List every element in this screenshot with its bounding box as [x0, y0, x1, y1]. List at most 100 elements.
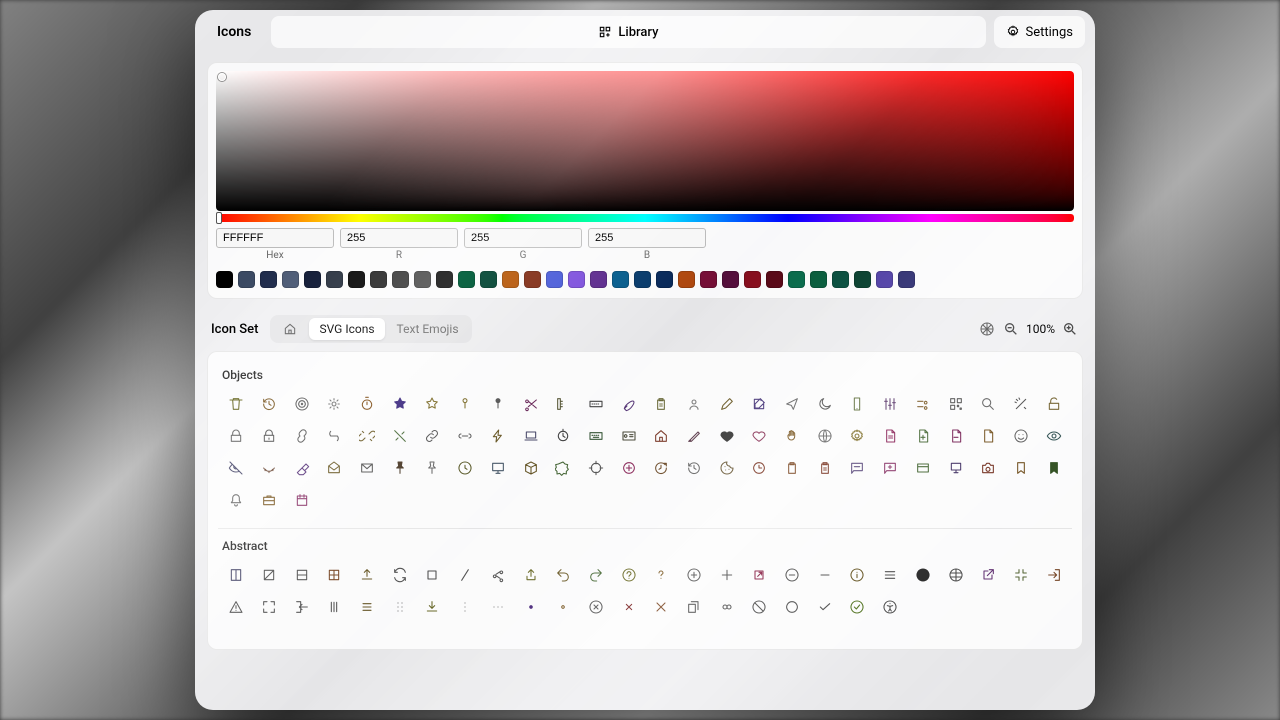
swatch[interactable]: [546, 271, 563, 288]
swatch[interactable]: [722, 271, 739, 288]
qr-icon[interactable]: [941, 390, 970, 418]
history-icon[interactable]: [680, 454, 709, 482]
pin-filled-icon[interactable]: [484, 390, 513, 418]
lock-open-icon[interactable]: [1039, 390, 1068, 418]
scissors-icon[interactable]: [516, 390, 545, 418]
question-icon[interactable]: [647, 561, 676, 589]
minus-icon[interactable]: [810, 561, 839, 589]
envelope-icon[interactable]: [353, 454, 382, 482]
bell-icon[interactable]: [222, 486, 251, 514]
box-slash-icon[interactable]: [255, 561, 284, 589]
phone-icon[interactable]: [843, 390, 872, 418]
tab-text-emojis[interactable]: Text Emojis: [387, 318, 469, 340]
clock-circle-icon[interactable]: [451, 454, 480, 482]
dots-vertical-icon[interactable]: [451, 593, 480, 621]
crosshair-icon[interactable]: [582, 454, 611, 482]
hand-icon[interactable]: [778, 422, 807, 450]
link-none-icon[interactable]: [385, 422, 414, 450]
link-simple-icon[interactable]: [320, 422, 349, 450]
library-tab[interactable]: Library: [271, 16, 985, 48]
exit-icon[interactable]: [1039, 561, 1068, 589]
link-horizontal-icon[interactable]: [451, 422, 480, 450]
pushpin-outline-icon[interactable]: [418, 454, 447, 482]
swatch[interactable]: [414, 271, 431, 288]
swatch[interactable]: [260, 271, 277, 288]
swatch[interactable]: [678, 271, 695, 288]
swatch[interactable]: [304, 271, 321, 288]
sync-icon[interactable]: [385, 561, 414, 589]
heart-outline-icon[interactable]: [745, 422, 774, 450]
hue-thumb[interactable]: [216, 212, 222, 224]
question-circle-icon[interactable]: [614, 561, 643, 589]
swatch[interactable]: [282, 271, 299, 288]
id-card-icon[interactable]: [614, 422, 643, 450]
swatch[interactable]: [480, 271, 497, 288]
iconset-home-button[interactable]: [273, 318, 307, 340]
external-link-icon[interactable]: [974, 561, 1003, 589]
lightning-icon[interactable]: [484, 422, 513, 450]
link-chain-icon[interactable]: [418, 422, 447, 450]
settings-button[interactable]: Settings: [994, 16, 1085, 48]
keyboard-2-icon[interactable]: [582, 422, 611, 450]
swatch[interactable]: [832, 271, 849, 288]
swatch[interactable]: [524, 271, 541, 288]
link-2-icon[interactable]: [287, 422, 316, 450]
clock-2-icon[interactable]: [745, 454, 774, 482]
eye-closed-slash-icon[interactable]: [222, 454, 251, 482]
undo-arrow-icon[interactable]: [549, 561, 578, 589]
swatch[interactable]: [392, 271, 409, 288]
globe-lines-icon[interactable]: [941, 561, 970, 589]
link-broken-icon[interactable]: [353, 422, 382, 450]
undo-clock-icon[interactable]: [255, 390, 284, 418]
heart-filled-icon[interactable]: [712, 422, 741, 450]
file-plus-icon[interactable]: [909, 422, 938, 450]
cookie-icon[interactable]: [712, 454, 741, 482]
stopwatch-icon[interactable]: [353, 390, 382, 418]
swatch[interactable]: [370, 271, 387, 288]
file-minus-icon[interactable]: [941, 422, 970, 450]
swatch[interactable]: [788, 271, 805, 288]
card-icon[interactable]: [909, 454, 938, 482]
swatch[interactable]: [326, 271, 343, 288]
close-circle-icon[interactable]: [582, 593, 611, 621]
dot-outline-icon[interactable]: [549, 593, 578, 621]
dots-horizontal-icon[interactable]: [484, 593, 513, 621]
eraser-icon[interactable]: [287, 454, 316, 482]
eye-closed-icon[interactable]: [255, 454, 284, 482]
bookmark-filled-icon[interactable]: [1039, 454, 1068, 482]
hex-input[interactable]: [216, 228, 334, 248]
ruler-icon[interactable]: [549, 390, 578, 418]
pin-small-icon[interactable]: [451, 390, 480, 418]
globe-simple-icon[interactable]: [810, 422, 839, 450]
r-input[interactable]: [340, 228, 458, 248]
eye-open-icon[interactable]: [1039, 422, 1068, 450]
info-circle-icon[interactable]: [843, 561, 872, 589]
hue-slider[interactable]: [216, 214, 1074, 222]
star-outline-icon[interactable]: [418, 390, 447, 418]
close-small-icon[interactable]: [614, 593, 643, 621]
swatch[interactable]: [568, 271, 585, 288]
plus-circle-icon[interactable]: [680, 561, 709, 589]
chat-bubble-icon[interactable]: [843, 454, 872, 482]
timer-2-icon[interactable]: [549, 422, 578, 450]
warning-triangle-icon[interactable]: [222, 593, 251, 621]
chat-plus-icon[interactable]: [876, 454, 905, 482]
file-icon[interactable]: [974, 422, 1003, 450]
swatch[interactable]: [458, 271, 475, 288]
stop-icon[interactable]: [418, 561, 447, 589]
swatch[interactable]: [216, 271, 233, 288]
swatch[interactable]: [238, 271, 255, 288]
clipboard-2-icon[interactable]: [810, 454, 839, 482]
close-icon[interactable]: [647, 593, 676, 621]
redo-arrow-icon[interactable]: [582, 561, 611, 589]
home-icon[interactable]: [647, 422, 676, 450]
swatch[interactable]: [766, 271, 783, 288]
pushpin-icon[interactable]: [385, 454, 414, 482]
b-input[interactable]: [588, 228, 706, 248]
download-icon[interactable]: [418, 593, 447, 621]
swatch[interactable]: [436, 271, 453, 288]
monitor-icon[interactable]: [484, 454, 513, 482]
half-circle-icon[interactable]: [909, 561, 938, 589]
fullscreen-icon[interactable]: [255, 593, 284, 621]
swatch[interactable]: [744, 271, 761, 288]
